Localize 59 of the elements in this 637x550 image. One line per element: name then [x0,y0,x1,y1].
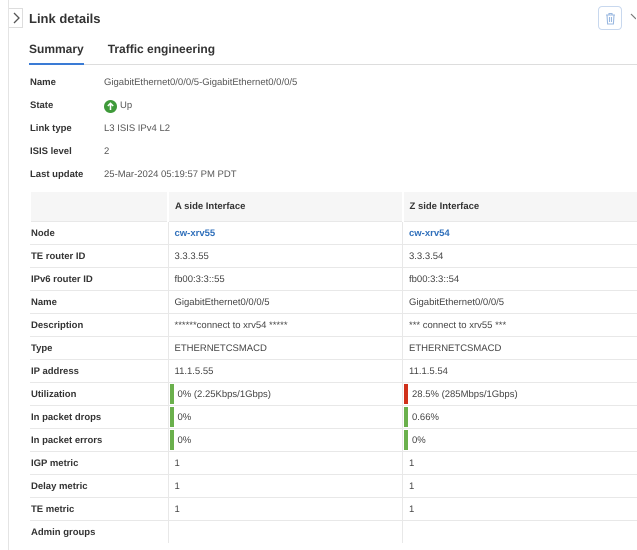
row-label: Delay metric [30,474,168,498]
table-cell: 28.5% (285Mbps/1Gbps) [412,388,518,400]
field-label: State [30,99,54,113]
trash-icon [604,12,616,24]
table-cell: 0% [412,434,426,446]
up-arrow-icon [104,100,117,112]
tab[interactable]: Traffic engineering [108,38,216,65]
table-cell: ETHERNETCSMACD [174,342,267,354]
chevron-right-icon [12,12,20,24]
field-value: Up [120,99,132,113]
table-cell: fb00:3:3::54 [409,274,460,284]
table-cell: 0% [178,412,192,422]
field-value: L3 ISIS IPv4 L2 [104,122,172,136]
field-label: Last update [30,168,84,182]
table-cell: fb00:3:3::55 [174,274,225,284]
row-label: Node [30,222,168,244]
table-cell: 0% [178,434,192,446]
table-cell: 3.3.3.54 [409,250,444,262]
column-header: A side Interface [168,192,402,222]
field-value: GigabitEthernet0/0/0/5-GigabitEthernet0/0/0/5 [104,76,298,90]
row-label: Admin groups [30,520,168,543]
field-value: 2 [104,145,110,159]
row-label: IPv6 router ID [30,268,168,290]
row-label: Utilization [30,382,168,406]
field-label: Link type [30,122,73,136]
row-label: TE router ID [30,244,168,268]
column-header: Z side Interface [402,192,637,222]
row-label: In packet errors [30,428,168,452]
table-cell: 11.1.5.54 [409,366,448,376]
table-cell: 1 [174,480,180,492]
tab[interactable]: Summary [29,38,84,65]
field-value: 25-Mar-2024 05:19:57 PM PDT [104,168,238,182]
row-label: In packet drops [30,406,168,428]
table-cell: 1 [409,458,414,468]
row-label: IP address [30,360,168,382]
row-label: TE metric [30,498,168,520]
field-label: ISIS level [30,145,73,159]
table-cell: ******connect to xrv54 ***** [174,320,288,330]
table-cell: GigabitEthernet0/0/0/5 [409,296,504,308]
table-cell: GigabitEthernet0/0/0/5 [174,296,270,308]
field-label: Name [30,76,57,90]
table-cell: 1 [174,458,180,468]
table-cell: 1 [174,504,180,514]
row-label: Description [30,314,168,336]
row-label: Type [30,336,168,360]
table-cell: 3.3.3.55 [174,250,209,262]
table-cell: 1 [409,504,414,514]
table-cell: 1 [409,480,414,492]
table-cell: *** connect to xrv55 *** [409,320,506,330]
table-cell: 11.1.5.55 [174,366,214,376]
node-link[interactable]: cw-xrv54 [409,228,450,238]
expand-button[interactable] [9,8,23,28]
row-label: IGP metric [30,452,168,474]
table-cell: ETHERNETCSMACD [409,342,502,354]
panel-title: Link details [29,10,101,26]
node-link[interactable]: cw-xrv55 [174,228,216,238]
row-label: Name [30,290,168,314]
table-cell: 0% (2.25Kbps/1Gbps) [178,388,271,400]
table-cell: 0.66% [412,412,439,422]
